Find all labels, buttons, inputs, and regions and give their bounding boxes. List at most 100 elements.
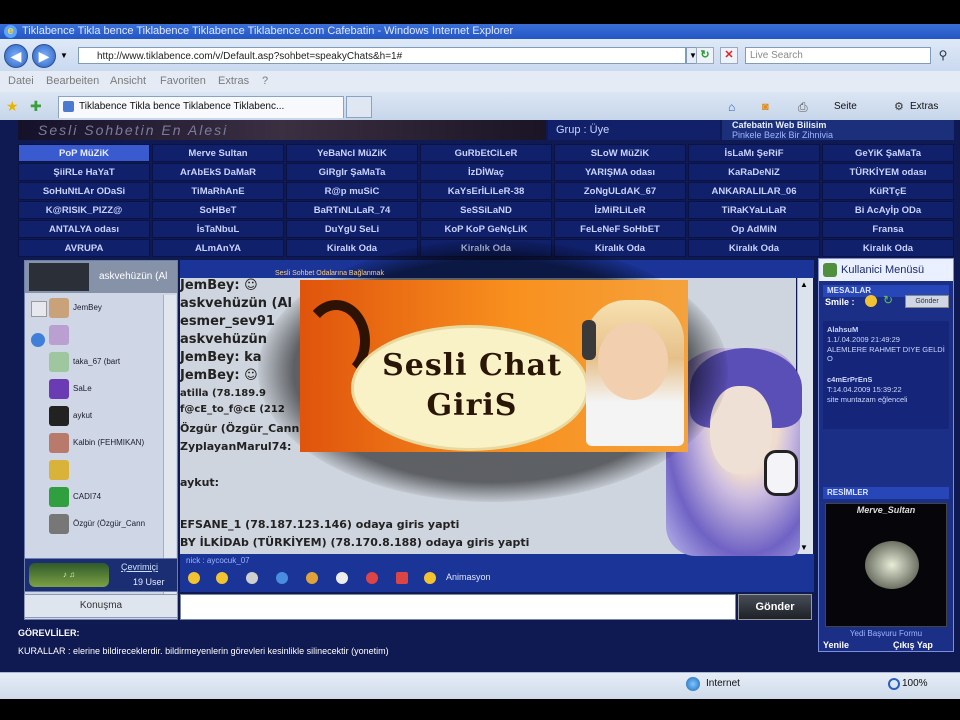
talk-button[interactable]: Konuşma (24, 594, 178, 618)
room-link[interactable]: KüRTçE (822, 182, 954, 200)
camera-icon[interactable] (31, 333, 45, 347)
room-link[interactable]: PoP MüZiK (18, 144, 150, 162)
online-status-link[interactable]: Çevrimiçi (121, 562, 158, 572)
room-link[interactable]: KoP KoP GeNçLiK (420, 220, 552, 238)
back-button[interactable]: ◀ (4, 44, 28, 68)
hand-smiley-icon[interactable] (188, 572, 200, 584)
refresh-icon[interactable]: ↻ (696, 47, 714, 64)
room-link[interactable]: TiRaKYaLıLaR (688, 201, 820, 219)
room-link[interactable]: İzDİWaç (420, 163, 552, 181)
print-icon[interactable]: ⎙ (798, 97, 808, 117)
history-dropdown-icon[interactable]: ▼ (60, 51, 68, 60)
room-link[interactable]: ZoNgULdAK_67 (554, 182, 686, 200)
stop-icon[interactable]: ✕ (720, 47, 738, 64)
application-form-link[interactable]: Yedi Başvuru Formu (819, 629, 953, 638)
user-row[interactable]: taka_67 (bart (25, 351, 161, 373)
scroll-down-icon[interactable]: ▼ (800, 543, 808, 552)
room-link[interactable]: BaRTıNLıLaR_74 (286, 201, 418, 219)
tools-menu[interactable]: Extras (910, 97, 938, 117)
ad-headline[interactable]: Sesli Chat (372, 348, 572, 383)
room-link[interactable]: ANTALYA odası (18, 220, 150, 238)
heart-icon[interactable] (366, 572, 378, 584)
ad-login-text[interactable]: GiriS (372, 388, 572, 423)
menu-tools[interactable]: Extras (218, 71, 249, 92)
room-link[interactable]: R@p muSiC (286, 182, 418, 200)
room-link[interactable]: Kiralık Oda (688, 239, 820, 257)
menu-view[interactable]: Ansicht (110, 71, 146, 92)
room-link[interactable]: ŞiiRLe HaYaT (18, 163, 150, 181)
bear-icon[interactable] (276, 572, 288, 584)
user-row[interactable]: SaLe (25, 378, 161, 400)
room-link[interactable]: İzMiRLiLeR (554, 201, 686, 219)
room-link[interactable]: YARIŞMA odası (554, 163, 686, 181)
clock-icon[interactable] (336, 572, 348, 584)
rose-icon[interactable] (396, 572, 408, 584)
favorites-star-icon[interactable]: ★ (6, 98, 19, 115)
user-row[interactable] (25, 459, 161, 481)
room-link[interactable]: FeLeNeF SoHbET (554, 220, 686, 238)
room-link[interactable]: SoHBeT (152, 201, 284, 219)
feeds-icon[interactable]: ◙ (762, 97, 769, 117)
send-button[interactable]: Gönder (738, 594, 812, 620)
room-link[interactable]: SoHuNtLAr ODaSi (18, 182, 150, 200)
url-input[interactable]: http://www.tiklabence.com/v/Default.asp?… (78, 47, 686, 64)
user-row[interactable] (25, 324, 161, 346)
menu-help[interactable]: ? (262, 71, 268, 92)
smiley-icon[interactable] (865, 295, 877, 307)
room-link[interactable]: K@RISIK_PIZZ@ (18, 201, 150, 219)
room-link[interactable]: Op AdMiN (688, 220, 820, 238)
refresh-smile-icon[interactable]: ↻ (883, 293, 893, 307)
add-favorite-icon[interactable]: ✚ (30, 98, 42, 115)
room-link[interactable]: TÜRKİYEM odası (822, 163, 954, 181)
new-tab-button[interactable] (346, 96, 372, 118)
room-link[interactable]: ANKARALILAR_06 (688, 182, 820, 200)
room-link[interactable]: GuRbEtCiLeR (420, 144, 552, 162)
room-link[interactable]: KaYsErİLiLeR-38 (420, 182, 552, 200)
user-action-icon[interactable] (31, 301, 47, 317)
page-menu[interactable]: Seite (834, 97, 857, 117)
forward-button[interactable]: ▶ (32, 44, 56, 68)
room-link[interactable]: ArAbEkS DaMaR (152, 163, 284, 181)
room-link[interactable]: SLoW MüZiK (554, 144, 686, 162)
room-link[interactable]: GiRgIr ŞaMaTa (286, 163, 418, 181)
room-link[interactable]: Fransa (822, 220, 954, 238)
refresh-link[interactable]: Yenile (823, 640, 849, 650)
room-link[interactable]: DuYgU SeLi (286, 220, 418, 238)
gift-icon[interactable] (246, 572, 258, 584)
user-row[interactable]: Kalbin (FEHMIKAN) (25, 432, 161, 454)
zoom-level[interactable]: 100% (902, 678, 928, 689)
message-input[interactable] (180, 594, 736, 620)
user-row[interactable]: CADI74 (25, 486, 161, 508)
wink-icon[interactable] (424, 572, 436, 584)
user-row[interactable]: aykut (25, 405, 161, 427)
smile-send-button[interactable]: Gönder (905, 295, 949, 308)
room-link[interactable]: Bi AcAyİp ODa (822, 201, 954, 219)
menu-favorites[interactable]: Favoriten (160, 71, 206, 92)
room-link[interactable]: İsTaNbuL (152, 220, 284, 238)
tools-gear-icon[interactable]: ⚙ (894, 97, 904, 117)
home-icon[interactable]: ⌂ (728, 97, 735, 117)
zoom-icon[interactable] (888, 678, 900, 690)
menu-file[interactable]: Datei (8, 71, 34, 92)
user-row[interactable]: Özgür (Özgür_Cann (25, 513, 161, 535)
room-link[interactable]: GeYiK ŞaMaTa (822, 144, 954, 162)
room-link[interactable]: AVRUPA (18, 239, 150, 257)
tab-current[interactable]: Tiklabence Tikla bence Tiklabence Tiklab… (58, 96, 344, 118)
room-link[interactable]: TiMaRhAnE (152, 182, 284, 200)
address-bar: ◀ ▶ ▼ http://www.tiklabence.com/v/Defaul… (0, 39, 960, 71)
smile-icon[interactable] (216, 572, 228, 584)
scroll-up-icon[interactable]: ▲ (800, 280, 808, 289)
search-icon[interactable]: ⚲ (934, 47, 952, 64)
room-link[interactable]: Kiralık Oda (822, 239, 954, 257)
menu-edit[interactable]: Bearbeiten (46, 71, 99, 92)
room-link[interactable]: SeSSiLaND (420, 201, 552, 219)
animation-link[interactable]: Animasyon (446, 572, 491, 582)
room-link[interactable]: Merve Sultan (152, 144, 284, 162)
room-link[interactable]: KaRaDeNiZ (688, 163, 820, 181)
logout-link[interactable]: Çıkış Yap (893, 640, 933, 650)
cake-icon[interactable] (306, 572, 318, 584)
room-link[interactable]: ALmAnYA (152, 239, 284, 257)
room-link[interactable]: İsLaMı ŞeRiF (688, 144, 820, 162)
room-link[interactable]: YeBaNcI MüZiK (286, 144, 418, 162)
search-input[interactable]: Live Search (745, 47, 931, 64)
